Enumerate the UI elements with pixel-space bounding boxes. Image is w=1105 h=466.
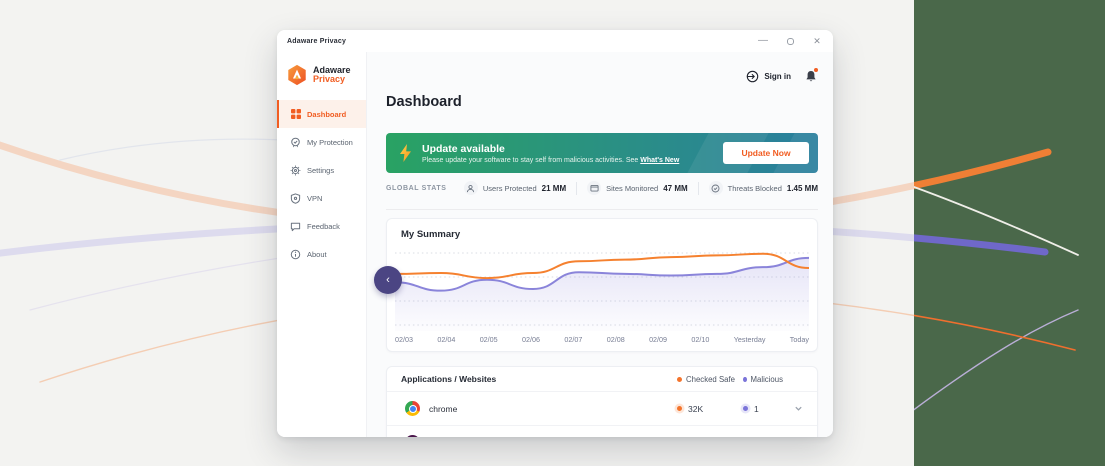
sidebar-item-label: VPN [307, 194, 322, 203]
slack-icon [405, 435, 420, 437]
stat-label: Threats Blocked [728, 184, 782, 193]
stat-sites-monitored: Sites Monitored 47 MM [587, 181, 688, 195]
stat-label: Sites Monitored [606, 184, 658, 193]
shield-check-icon [290, 137, 301, 148]
stat-users-protected: Users Protected 21 MM [464, 181, 566, 195]
close-button[interactable]: ✕ [811, 35, 823, 47]
window-titlebar: Adaware Privacy — ✕ [277, 30, 833, 52]
line-chart [395, 247, 809, 331]
table-row-chrome[interactable]: chrome 32K 1 [387, 391, 817, 425]
applications-card: Applications / Websites Checked Safe Mal… [386, 366, 818, 437]
grid-icon [290, 109, 301, 120]
sidebar-item-my-protection[interactable]: My Protection [277, 128, 366, 156]
whats-new-link[interactable]: What's New [640, 157, 679, 164]
x-axis-label: 02/09 [649, 335, 667, 344]
sidebar-item-label: About [307, 250, 327, 259]
stat-value: 21 MM [542, 184, 566, 193]
stat-value: 47 MM [663, 184, 687, 193]
login-arrow-icon [746, 70, 759, 83]
window-controls: — ✕ [757, 35, 823, 47]
table-row-slack[interactable]: Slack 189 1 [387, 425, 817, 437]
stat-threats-blocked: Threats Blocked 1.45 MM [709, 181, 818, 195]
x-axis-label: 02/08 [607, 335, 625, 344]
maximize-button[interactable] [784, 35, 796, 47]
update-banner: Update available Please update your soft… [386, 133, 818, 173]
orange-dot-icon [677, 377, 682, 382]
app-window: Adaware Privacy — ✕ Adaware Privacy [277, 30, 833, 437]
x-axis-label: 02/03 [395, 335, 413, 344]
logo-text-privacy: Privacy [313, 75, 351, 84]
sidebar-item-label: Feedback [307, 222, 340, 231]
summary-title: My Summary [387, 219, 817, 240]
purple-dot-icon [743, 377, 747, 382]
app-logo: Adaware Privacy [277, 52, 366, 100]
sidebar-item-feedback[interactable]: Feedback [277, 212, 366, 240]
global-stats-label: GLOBAL STATS [386, 185, 446, 192]
purple-dot-icon [743, 406, 748, 411]
shield-icon [290, 193, 301, 204]
x-axis-label: 02/07 [564, 335, 582, 344]
sidebar: Adaware Privacy Dashboard My Protection … [277, 52, 367, 437]
sidebar-item-label: Settings [307, 166, 334, 175]
update-now-button[interactable]: Update Now [723, 142, 809, 164]
user-icon [464, 181, 478, 195]
app-name: chrome [429, 404, 457, 414]
sidebar-item-label: Dashboard [307, 110, 346, 119]
sidebar-item-vpn[interactable]: VPN [277, 184, 366, 212]
applications-header: Applications / Websites [401, 374, 677, 384]
orange-dot-icon [677, 406, 682, 411]
chart-prev-button[interactable]: ‹ [374, 266, 402, 294]
minimize-button[interactable]: — [757, 35, 769, 47]
banner-title: Update available [422, 143, 679, 155]
stat-label: Users Protected [483, 184, 537, 193]
x-axis-labels: 02/03 02/04 02/05 02/06 02/07 02/08 02/09 02/10… [395, 335, 809, 344]
sign-in-label: Sign in [764, 72, 791, 81]
banner-message: Please update your software to stay self… [422, 157, 679, 164]
legend-malicious: Malicious [743, 375, 783, 384]
main-content: Sign in Dashboard Update available Pleas… [367, 52, 833, 437]
green-band [914, 0, 1105, 466]
sidebar-item-dashboard[interactable]: Dashboard [277, 100, 366, 128]
summary-chart [395, 247, 809, 331]
chrome-icon [405, 401, 420, 416]
window-title: Adaware Privacy [287, 38, 346, 45]
x-axis-label: Yesterday [734, 335, 766, 344]
legend-checked-safe: Checked Safe [677, 375, 743, 384]
lightning-bolt-icon [399, 144, 412, 162]
topbar: Sign in [367, 52, 833, 86]
gear-icon [290, 165, 301, 176]
chat-bubble-icon [290, 221, 301, 232]
table-header: Applications / Websites Checked Safe Mal… [387, 367, 817, 391]
notification-dot [814, 68, 818, 72]
sidebar-item-about[interactable]: About [277, 240, 366, 268]
stat-value: 1.45 MM [787, 184, 818, 193]
info-icon [290, 249, 301, 260]
global-stats: GLOBAL STATS Users Protected 21 MM Sites… [386, 181, 818, 195]
x-axis-label: 02/06 [522, 335, 540, 344]
my-summary-card: My Summary [386, 218, 818, 352]
x-axis-label: 02/05 [480, 335, 498, 344]
x-axis-label: Today [790, 335, 809, 344]
x-axis-label: 02/10 [691, 335, 709, 344]
page-title: Dashboard [386, 94, 833, 110]
sidebar-item-settings[interactable]: Settings [277, 156, 366, 184]
chevron-down-icon[interactable] [794, 404, 803, 413]
malicious-value: 1 [743, 404, 783, 414]
sidebar-item-label: My Protection [307, 138, 353, 147]
monitor-icon [587, 181, 601, 195]
notification-bell-icon[interactable] [805, 70, 817, 83]
sign-in-button[interactable]: Sign in [746, 70, 791, 83]
shield-check-icon [709, 181, 723, 195]
checked-safe-value: 32K [677, 404, 743, 414]
divider [386, 209, 818, 210]
adaware-logo-icon [286, 64, 308, 86]
x-axis-label: 02/04 [437, 335, 455, 344]
